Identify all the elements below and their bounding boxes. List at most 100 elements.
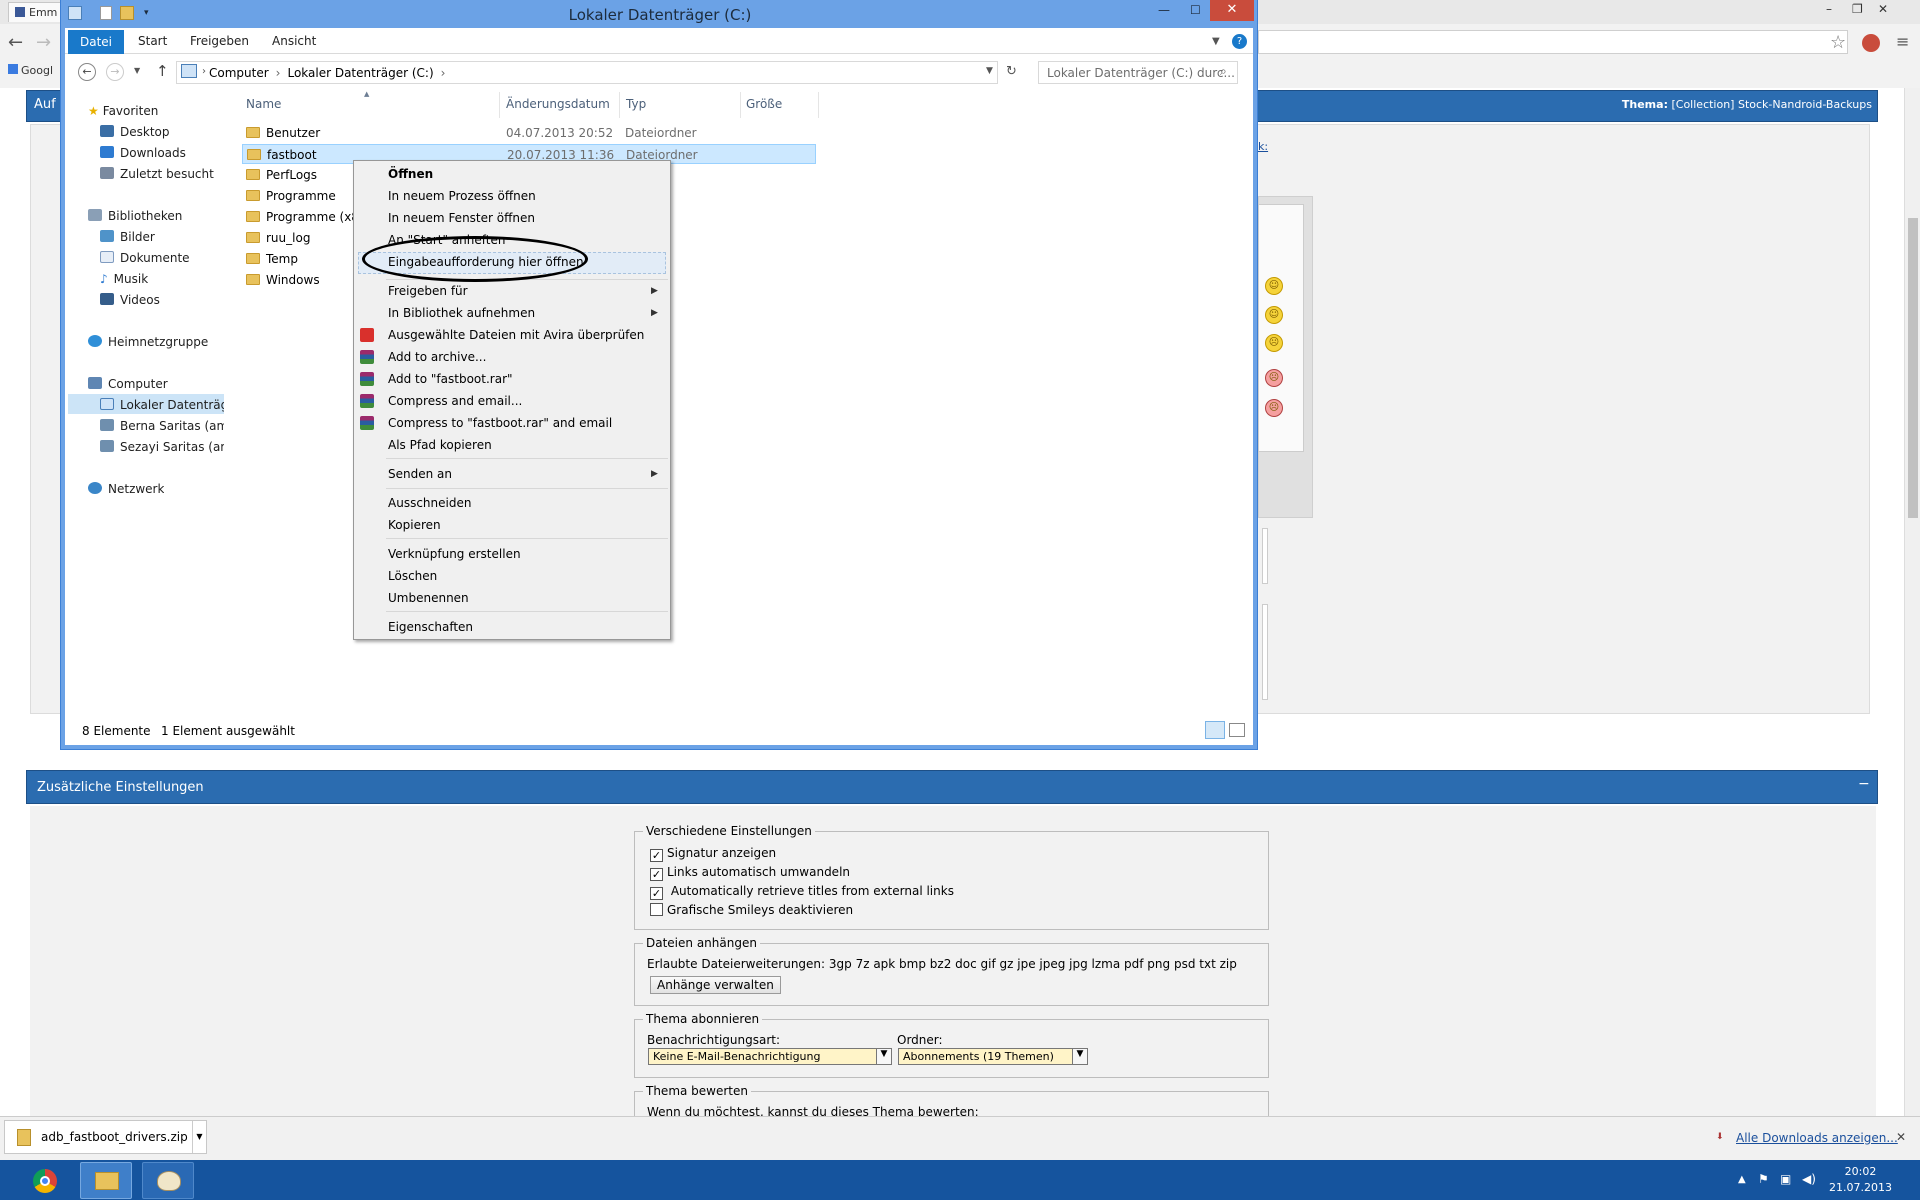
menu-share-with[interactable]: Freigeben für (388, 284, 468, 298)
nav-favorites[interactable]: ★ Favoriten (88, 104, 158, 118)
taskbar-paint[interactable] (142, 1162, 194, 1199)
explorer-address-bar[interactable]: Computer › Lokaler Datenträger (C:) › (176, 61, 998, 84)
smiley-sad-icon[interactable]: ☹ (1265, 334, 1283, 352)
menu-send-to[interactable]: Senden an (388, 467, 452, 481)
ribbon-expand-icon[interactable]: ▼ (1212, 36, 1220, 47)
search-icon[interactable]: ⌕ (1220, 64, 1227, 79)
menu-open-new-process[interactable]: In neuem Prozess öffnen (388, 189, 536, 203)
menu-include-library[interactable]: In Bibliothek aufnehmen (388, 306, 535, 320)
column-separator[interactable] (499, 92, 500, 118)
chevron-right-icon[interactable]: › (441, 66, 446, 80)
nav-homegroup[interactable]: Heimnetzgruppe (88, 335, 208, 349)
nav-downloads[interactable]: Downloads (100, 146, 186, 160)
notify-type-select[interactable]: Keine E-Mail-Benachrichtigung ▼ (648, 1048, 892, 1065)
explorer-minimize-button[interactable]: — (1158, 3, 1170, 17)
column-separator[interactable] (619, 92, 620, 118)
nav-user2[interactable]: Sezayi Saritas (amilo (100, 440, 224, 454)
menu-compress-email[interactable]: Compress and email... (388, 394, 522, 408)
column-size[interactable]: Größe (746, 97, 782, 111)
back-icon[interactable]: ← (78, 63, 96, 81)
network-icon[interactable]: ▣ (1780, 1172, 1791, 1186)
disable-smileys-checkbox-row[interactable]: Grafische Smileys deaktivieren (650, 903, 853, 917)
menu-copy-path[interactable]: Als Pfad kopieren (388, 438, 492, 452)
up-icon[interactable]: ↑ (156, 62, 169, 80)
nav-recent[interactable]: Zuletzt besucht (100, 167, 214, 181)
column-type[interactable]: Typ (626, 97, 646, 111)
file-row[interactable]: Benutzer 04.07.2013 20:52 Dateiordner (242, 123, 816, 143)
back-icon[interactable]: ← (8, 32, 23, 53)
retrieve-titles-checkbox-row[interactable]: ✓ Automatically retrieve titles from ext… (650, 884, 954, 900)
nav-computer[interactable]: Computer (88, 377, 168, 391)
nav-music[interactable]: ♪ Musik (100, 272, 148, 286)
download-item[interactable]: adb_fastboot_drivers.zip ▼ (4, 1120, 207, 1154)
quick-access-chevron-icon[interactable]: ▾ (144, 8, 149, 18)
column-name[interactable]: Name (246, 97, 281, 111)
explorer-maximize-button[interactable]: ☐ (1190, 3, 1201, 17)
show-all-downloads-link[interactable]: Alle Downloads anzeigen... (1736, 1131, 1898, 1145)
search-input[interactable]: Lokaler Datenträger (C:) durc... (1038, 61, 1238, 84)
details-view-icon[interactable] (1205, 721, 1225, 739)
menu-add-archive[interactable]: Add to archive... (388, 350, 486, 364)
star-icon[interactable]: ☆ (1830, 32, 1846, 53)
menu-open[interactable]: Öffnen (388, 167, 433, 181)
address-segment[interactable]: Computer (209, 66, 269, 80)
taskbar-chrome[interactable] (20, 1162, 72, 1199)
browser-close-button[interactable]: ✕ (1878, 2, 1888, 16)
scrollbar-thumb[interactable] (1908, 218, 1918, 518)
chevron-down-icon[interactable]: ▼ (192, 1121, 206, 1153)
explorer-close-button[interactable]: ✕ (1210, 0, 1254, 21)
signature-checkbox[interactable]: ✓ (650, 849, 663, 862)
column-separator[interactable] (740, 92, 741, 118)
action-center-flag-icon[interactable]: ⚑ (1758, 1172, 1769, 1186)
retrieve-titles-checkbox[interactable]: ✓ (650, 887, 663, 900)
browser-restore-button[interactable]: ❐ (1852, 2, 1863, 16)
chevron-down-icon[interactable]: ▼ (876, 1049, 891, 1064)
smiley-grin-icon[interactable]: ☺ (1265, 306, 1283, 324)
manage-attachments-button[interactable]: Anhänge verwalten (650, 976, 781, 994)
recent-locations-chevron-icon[interactable]: ▼ (134, 66, 140, 75)
refresh-icon[interactable]: ↻ (1006, 64, 1017, 79)
menu-cut[interactable]: Ausschneiden (388, 496, 471, 510)
forum-link[interactable]: k: (1258, 140, 1268, 153)
menu-create-shortcut[interactable]: Verknüpfung erstellen (388, 547, 521, 561)
nav-pictures[interactable]: Bilder (100, 230, 155, 244)
address-bar[interactable] (1258, 30, 1848, 54)
smiley-shout-icon[interactable]: ☹ (1265, 399, 1283, 417)
menu-open-new-window[interactable]: In neuem Fenster öffnen (388, 211, 535, 225)
menu-properties[interactable]: Eigenschaften (388, 620, 473, 634)
bookmark-item[interactable]: Googl (8, 64, 53, 77)
folder-select[interactable]: Abonnements (19 Themen) ▼ (898, 1048, 1088, 1065)
chevron-right-icon[interactable]: › (276, 66, 281, 80)
page-scrollbar[interactable] (1904, 88, 1920, 1116)
browser-minimize-button[interactable]: – (1826, 2, 1832, 16)
menu-add-rar[interactable]: Add to "fastboot.rar" (388, 372, 513, 386)
properties-icon[interactable] (100, 6, 112, 20)
volume-icon[interactable]: ◀) (1802, 1172, 1816, 1186)
extension-icon[interactable] (1862, 34, 1880, 52)
new-folder-icon[interactable] (120, 6, 134, 20)
address-segment[interactable]: Lokaler Datenträger (C:) (287, 66, 433, 80)
tiles-view-icon[interactable] (1229, 723, 1245, 737)
nav-libraries[interactable]: Bibliotheken (88, 209, 182, 223)
disable-smileys-checkbox[interactable] (650, 903, 663, 916)
chevron-down-icon[interactable]: ▼ (1072, 1049, 1087, 1064)
tab-freigeben[interactable]: Freigeben (182, 30, 257, 52)
collapse-button[interactable]: − (1858, 776, 1870, 792)
auto-links-checkbox[interactable]: ✓ (650, 868, 663, 881)
nav-network[interactable]: Netzwerk (88, 482, 164, 496)
column-date[interactable]: Änderungsdatum (506, 97, 610, 111)
clock[interactable]: 20:02 21.07.2013 (1829, 1164, 1892, 1196)
auto-links-checkbox-row[interactable]: ✓ Links automatisch umwandeln (650, 865, 850, 881)
nav-local-disk[interactable]: Lokaler Datenträger (100, 398, 224, 412)
smiley-angry-icon[interactable]: ☹ (1265, 369, 1283, 387)
menu-copy[interactable]: Kopieren (388, 518, 441, 532)
tray-show-hidden-icon[interactable]: ▲ (1738, 1174, 1746, 1185)
menu-delete[interactable]: Löschen (388, 569, 437, 583)
column-separator[interactable] (818, 92, 819, 118)
help-icon[interactable]: ? (1232, 34, 1247, 49)
tab-ansicht[interactable]: Ansicht (264, 30, 324, 52)
taskbar-explorer[interactable] (80, 1162, 132, 1199)
nav-documents[interactable]: Dokumente (100, 251, 190, 265)
nav-user1[interactable]: Berna Saritas (amilo (100, 419, 224, 433)
tab-datei[interactable]: Datei (68, 30, 125, 54)
